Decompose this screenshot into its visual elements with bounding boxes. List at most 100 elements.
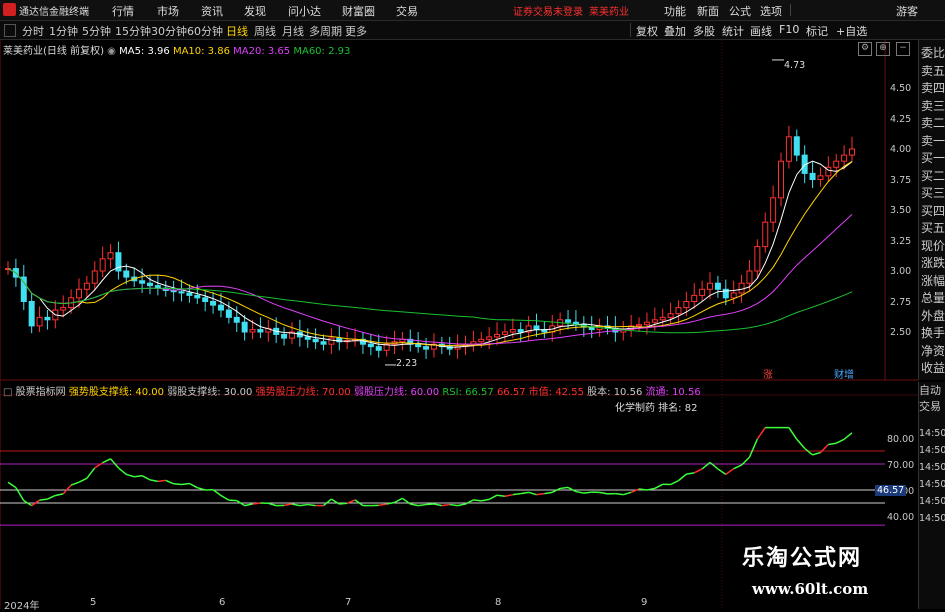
candle-body: [495, 334, 500, 336]
legend-dot-icon[interactable]: ◉: [107, 46, 116, 57]
quote-field-lower-1[interactable]: 交易: [919, 398, 945, 414]
rsi-segment: [300, 505, 308, 506]
tool-adjust[interactable]: 复权: [636, 23, 658, 39]
login-notice[interactable]: 证券交易未登录: [513, 3, 583, 18]
rsi-segment: [308, 505, 316, 506]
period-daily[interactable]: 日线: [226, 23, 248, 39]
tool-multi-stock[interactable]: 多股: [693, 23, 715, 39]
menu-new-page[interactable]: 新面: [697, 3, 719, 19]
quote-field-17[interactable]: 净资: [921, 342, 945, 359]
rsi-segment: [702, 462, 710, 469]
date-label: 5: [90, 597, 96, 608]
menu-trade[interactable]: 交易: [396, 3, 418, 19]
market-cap: 市值: 42.55: [529, 387, 584, 398]
period-monthly[interactable]: 月线: [282, 23, 304, 39]
period-toolbar: 分时 1分钟 5分钟 15分钟 30分钟 60分钟 日线 周线 月线 多周期 更…: [0, 21, 945, 40]
period-weekly[interactable]: 周线: [254, 23, 276, 39]
menu-news[interactable]: 资讯: [201, 3, 223, 19]
rsi-segment: [797, 439, 805, 448]
period-60min[interactable]: 60分钟: [187, 23, 223, 39]
rsi-segment: [615, 494, 623, 495]
zoom-icon[interactable]: ⊕: [876, 42, 890, 56]
period-1min[interactable]: 1分钟: [49, 23, 78, 39]
menu-market[interactable]: 市场: [157, 3, 179, 19]
kline-chart[interactable]: [0, 40, 918, 609]
period-tick[interactable]: 分时: [22, 23, 44, 39]
tool-draw[interactable]: 画线: [750, 23, 772, 39]
settings-gear-icon[interactable]: ⚙: [858, 42, 872, 56]
menu-ask[interactable]: 问小达: [288, 3, 321, 19]
menu-fortune[interactable]: 财富圈: [342, 3, 375, 19]
quote-field-5[interactable]: 卖一: [921, 132, 945, 149]
menu-discover[interactable]: 发现: [244, 3, 266, 19]
tool-mark[interactable]: 标记: [806, 23, 828, 39]
candle-body: [818, 176, 823, 180]
menu-function[interactable]: 功能: [664, 3, 686, 19]
tool-stats[interactable]: 统计: [722, 23, 744, 39]
menu-quotes[interactable]: 行情: [112, 3, 134, 19]
watermark-url: www.60lt.com: [752, 580, 868, 598]
period-more[interactable]: 更多: [345, 23, 367, 39]
quote-field-9[interactable]: 买四: [921, 202, 945, 219]
sector-rank: 化学制药 排名: 82: [615, 399, 697, 414]
rsi-segment: [473, 500, 481, 501]
candlestick-series: [6, 126, 855, 359]
quote-field-16[interactable]: 换手: [921, 324, 945, 341]
quote-field-4[interactable]: 卖二: [921, 114, 945, 131]
candle-body: [250, 330, 255, 332]
rsi-segment: [828, 443, 836, 444]
rsi-segment: [789, 428, 797, 440]
quote-field-12[interactable]: 涨跌: [921, 254, 945, 271]
date-label: 6: [219, 597, 225, 608]
indicator-name: 股票指标网: [16, 387, 66, 398]
rsi-segment: [631, 489, 639, 492]
quote-field-18[interactable]: 收益: [921, 359, 945, 376]
quote-field-11[interactable]: 现价: [921, 237, 945, 254]
limit-up-marker[interactable]: 涨: [763, 366, 773, 381]
rsi-segment: [63, 485, 71, 494]
quote-field-lower-0[interactable]: 自动: [919, 382, 945, 398]
rsi-segment: [268, 503, 276, 505]
rsi-segment: [284, 504, 292, 505]
quote-field-6[interactable]: 买一: [921, 149, 945, 166]
ma5-value: MA5: 3.96: [119, 46, 170, 57]
quote-field-8[interactable]: 买三: [921, 184, 945, 201]
indicator-legend: □ 股票指标网 强势股支撑线: 40.00 弱股支撑线: 30.00 强势股压力…: [3, 383, 701, 398]
chart-grid: [0, 40, 918, 609]
candle-body: [195, 295, 200, 297]
quote-field-15[interactable]: 外盘: [921, 307, 945, 324]
candle-body: [179, 292, 184, 293]
collapse-icon[interactable]: −: [896, 42, 910, 56]
tool-f10[interactable]: F10: [779, 23, 799, 36]
rsi-segment: [229, 500, 237, 501]
candle-body: [305, 337, 310, 339]
menu-divider: [790, 4, 791, 16]
quote-field-10[interactable]: 买五: [921, 219, 945, 236]
period-multi[interactable]: 多周期: [309, 23, 342, 39]
financial-report-marker[interactable]: 财增: [834, 366, 854, 381]
period-15min[interactable]: 15分钟: [115, 23, 151, 39]
guest-user[interactable]: 游客: [896, 3, 918, 19]
tool-overlay[interactable]: 叠加: [664, 23, 686, 39]
date-label: 9: [641, 597, 647, 608]
quote-side-panel: 委比卖五卖四卖三卖二卖一买一买二买三买四买五现价涨跌涨幅总量外盘换手净资收益: [918, 40, 945, 380]
quote-field-3[interactable]: 卖三: [921, 97, 945, 114]
quote-field-0[interactable]: 委比: [921, 44, 945, 61]
quote-field-2[interactable]: 卖四: [921, 79, 945, 96]
period-5min[interactable]: 5分钟: [82, 23, 111, 39]
menu-formula[interactable]: 公式: [729, 3, 751, 19]
quote-field-1[interactable]: 卖五: [921, 62, 945, 79]
quote-field-7[interactable]: 买二: [921, 167, 945, 184]
candle-body: [242, 322, 247, 332]
rsi-segment: [623, 492, 631, 494]
indicator-icon[interactable]: □: [3, 387, 12, 398]
period-30min[interactable]: 30分钟: [151, 23, 187, 39]
rsi-segment: [536, 494, 544, 495]
tool-add-watchlist[interactable]: +自选: [836, 23, 867, 39]
layout-toggle-icon[interactable]: [4, 24, 16, 37]
weak-support: 弱股支撑线: 30.00: [167, 387, 252, 398]
quote-field-14[interactable]: 总量: [921, 289, 945, 306]
rsi-segment: [710, 462, 718, 469]
menu-options[interactable]: 选项: [760, 3, 782, 19]
quote-field-13[interactable]: 涨幅: [921, 272, 945, 289]
